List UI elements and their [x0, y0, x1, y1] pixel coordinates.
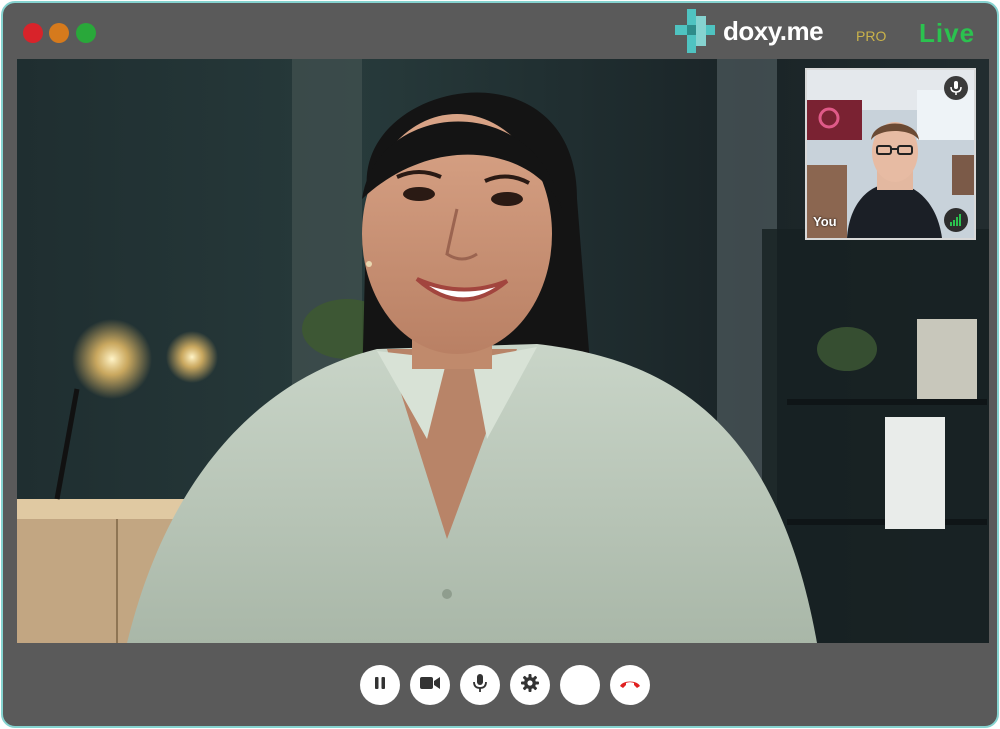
self-view-video: You	[805, 68, 976, 240]
camera-button[interactable]	[410, 665, 450, 705]
maximize-window-button[interactable]	[76, 23, 96, 43]
pause-icon	[374, 676, 386, 694]
call-controls	[3, 665, 997, 705]
self-view-label: You	[813, 214, 837, 229]
remote-video: You	[17, 59, 989, 643]
pause-button[interactable]	[360, 665, 400, 705]
minimize-window-button[interactable]	[49, 23, 69, 43]
tier-badge: PRO	[856, 28, 887, 44]
signal-strength-icon	[944, 208, 968, 232]
microphone-icon[interactable]	[944, 76, 968, 100]
doxy-logo-icon	[675, 9, 715, 53]
end-call-button[interactable]	[610, 665, 650, 705]
live-status: Live	[919, 18, 976, 48]
app-window: doxy.me PRO Live You	[1, 1, 999, 728]
close-window-button[interactable]	[23, 23, 43, 43]
video-camera-icon	[420, 676, 440, 695]
blank-button[interactable]	[560, 665, 600, 705]
hang-up-icon	[619, 676, 641, 694]
brand-logo: doxy.me	[675, 9, 824, 53]
microphone-icon	[473, 673, 487, 697]
title-bar: doxy.me PRO Live	[3, 3, 997, 59]
brand-name: doxy.me	[723, 15, 824, 46]
microphone-button[interactable]	[460, 665, 500, 705]
gear-icon	[521, 673, 539, 697]
settings-button[interactable]	[510, 665, 550, 705]
